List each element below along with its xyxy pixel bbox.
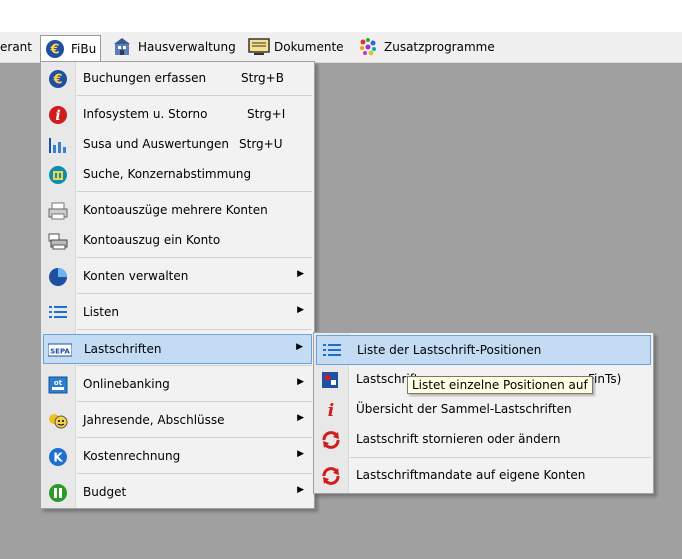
menu-item-kostenrechnung[interactable]: K Kostenrechnung ▶ [43,442,312,472]
dots-icon [358,37,378,57]
menu-item-suche-konzernabstimmung[interactable]: Suche, Konzernabstimmung [43,160,312,190]
menu-item-label: Infosystem u. Storno [83,107,208,121]
budget-icon [47,483,69,503]
menubar-item-hausverwaltung[interactable]: Hausverwaltung [108,35,240,59]
menu-separator [77,473,312,474]
svg-text:K: K [53,451,63,465]
submenu-arrow-icon: ▶ [296,342,303,352]
menu-item-jahresende[interactable]: Jahresende, Abschlüsse ▶ [43,406,312,436]
pie-icon [47,267,69,287]
list-icon [321,341,343,361]
menu-item-label: Konten verwalten [83,269,189,283]
menu-bar: erant € FiBu Hausverwaltung Dokumente Zu… [0,32,682,63]
menu-item-label-tail: FinTs) [588,372,622,386]
submenu-arrow-icon: ▶ [297,377,304,387]
building-icon [112,37,132,57]
menubar-item-erant[interactable]: erant [0,35,36,59]
svg-text:i: i [55,108,60,124]
menu-item-label: Kontoauszüge mehrere Konten [83,203,268,217]
menubar-item-zusatzprogramme[interactable]: Zusatzprogramme [354,35,499,59]
menu-item-kontoauszug-ein-konto[interactable]: Kontoauszug ein Konto [43,226,312,256]
menubar-label: Hausverwaltung [138,40,236,54]
bank-transfer-icon [320,370,342,390]
printer-stack-icon [47,231,69,251]
refresh-icon [320,466,342,486]
menu-separator [77,191,312,192]
tooltip: Listet einzelne Positionen auf [407,376,593,394]
menubar-label: Zusatzprogramme [384,40,495,54]
submenu-arrow-icon: ▶ [297,305,304,315]
submenu-arrow-icon: ▶ [297,269,304,279]
info-icon: i [47,105,69,125]
menu-item-susa[interactable]: Susa und Auswertungen Strg+U [43,130,312,160]
svg-text:SEPA: SEPA [50,348,70,356]
svg-text:€: € [49,43,59,58]
printer-icon [47,201,69,221]
menu-item-label: Buchungen erfassen [83,71,207,85]
lastschriften-submenu: Liste der Lastschrift-Positionen Lastsch… [313,332,654,494]
online-banking-icon: ot [47,375,69,395]
menu-separator [77,95,312,96]
menu-item-label: Übersicht der Sammel-Lastschriften [356,402,572,416]
search-building-icon [47,165,69,185]
menu-item-konten-verwalten[interactable]: Konten verwalten ▶ [43,262,312,292]
menu-item-label: Lastschriftmandate auf eigene Konten [356,468,586,482]
menu-separator [77,293,312,294]
euro-icon: € [47,69,69,89]
svg-text:ot: ot [54,379,63,387]
euro-icon: € [45,39,65,59]
refresh-icon [320,430,342,450]
menu-separator [350,457,651,458]
menu-item-budget[interactable]: Budget ▶ [43,478,312,508]
sepa-icon: SEPA [47,340,73,360]
menu-item-label: Liste der Lastschrift-Positionen [357,343,542,357]
menubar-item-dokumente[interactable]: Dokumente [244,35,348,59]
submenu-arrow-icon: ▶ [297,449,304,459]
menu-item-lastschriftmandate[interactable]: Lastschriftmandate auf eigene Konten [316,461,651,491]
menu-item-uebersicht-sammel-lastschriften[interactable]: i Übersicht der Sammel-Lastschriften [316,395,651,425]
menu-item-infosystem[interactable]: i Infosystem u. Storno Strg+I [43,100,312,130]
menubar-label: FiBu [71,42,97,56]
menu-item-label: Suche, Konzernabstimmung [83,167,252,181]
submenu-arrow-icon: ▶ [297,485,304,495]
menu-item-label: Kontoauszug ein Konto [83,233,221,247]
svg-text:i: i [328,401,334,420]
menu-item-label: Susa und Auswertungen [83,137,230,151]
menubar-item-fibu[interactable]: € FiBu [40,35,101,62]
menu-item-shortcut: Strg+I [247,107,286,121]
menu-item-label: Jahresende, Abschlüsse [83,413,225,427]
menu-item-label: Lastschriften [84,342,162,356]
fibu-dropdown-menu: € Buchungen erfassen Strg+B i Infosystem… [40,61,315,509]
menu-separator [77,401,312,402]
menu-item-label: Onlinebanking [83,377,170,391]
menu-item-lastschriften[interactable]: SEPA Lastschriften ▶ [43,334,312,364]
menu-item-onlinebanking[interactable]: ot Onlinebanking ▶ [43,370,312,400]
window-top-strip [0,0,682,33]
menu-item-lastschrift-stornieren[interactable]: Lastschrift stornieren oder ändern [316,425,651,455]
menu-separator [77,365,312,366]
menu-item-shortcut: Strg+B [241,71,284,85]
menu-separator [77,437,312,438]
menu-item-listen[interactable]: Listen ▶ [43,298,312,328]
list-icon [47,303,69,323]
menu-item-label: Listen [83,305,119,319]
menubar-label: Dokumente [274,40,344,54]
document-monitor-icon [248,37,270,57]
info-icon: i [320,400,342,421]
menubar-label: erant [0,40,32,54]
menu-item-liste-lastschrift-positionen[interactable]: Liste der Lastschrift-Positionen [316,335,651,365]
menu-separator [77,257,312,258]
menu-item-label: Budget [83,485,127,499]
menu-item-buchungen-erfassen[interactable]: € Buchungen erfassen Strg+B [43,64,312,94]
menu-separator [77,329,312,330]
bar-chart-icon [47,135,69,155]
year-end-icon [47,411,69,431]
menu-item-label: Kostenrechnung [83,449,181,463]
k-circle-icon: K [47,447,69,467]
menu-item-label: Lastschrift stornieren oder ändern [356,432,561,446]
menu-item-shortcut: Strg+U [239,137,283,151]
submenu-arrow-icon: ▶ [297,413,304,423]
svg-text:€: € [52,73,62,88]
menu-item-kontoauszuege-mehrere[interactable]: Kontoauszüge mehrere Konten [43,196,312,226]
